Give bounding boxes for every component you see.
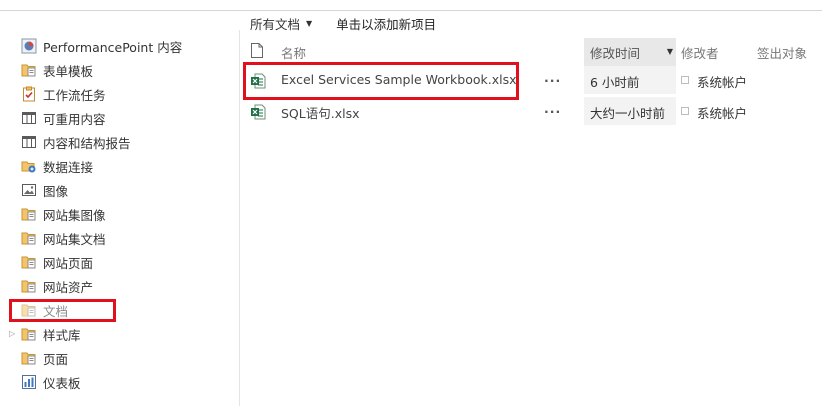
top-divider: [0, 10, 822, 11]
performancepoint-icon: [21, 38, 37, 54]
nav-item-site-collection-documents[interactable]: 网站集文档: [0, 226, 239, 250]
nav-item-label: 页面: [43, 352, 69, 367]
dashboard-icon: [21, 374, 37, 390]
nav-item-label: 仪表板: [43, 376, 81, 391]
modified-by-link[interactable]: 系统帐户: [697, 72, 747, 91]
column-header-checked-out-to[interactable]: 签出对象: [757, 38, 807, 66]
modified-by-link[interactable]: 系统帐户: [697, 103, 747, 122]
nav-item-label: 网站资产: [43, 280, 94, 295]
nav-item-data-connections[interactable]: 数据连接: [0, 154, 239, 178]
nav-item-reusable-content[interactable]: 可重用内容: [0, 106, 239, 130]
chevron-down-icon: ▼: [306, 18, 313, 28]
nav-item-workflow-tasks[interactable]: 工作流任务: [0, 82, 239, 106]
nav-item-style-library[interactable]: ▷ 样式库: [0, 322, 239, 346]
nav-item-site-collection-images[interactable]: 网站集图像: [0, 202, 239, 226]
item-menu-button[interactable]: ...: [544, 101, 561, 116]
modified-time: 大约一小时前: [590, 106, 666, 121]
nav-item-label: 数据连接: [43, 160, 94, 175]
file-name-link[interactable]: SQL语句.xlsx: [281, 103, 360, 122]
library-folder-icon: [21, 350, 37, 366]
nav-item-performancepoint[interactable]: PerformancePoint 内容: [0, 34, 239, 58]
view-selector-label: 所有文档: [250, 16, 301, 32]
nav-item-label: 样式库: [43, 328, 81, 343]
excel-file-icon: [250, 104, 266, 120]
task-list-icon: [21, 86, 37, 102]
presence-indicator: [681, 76, 689, 84]
nav-item-label: 网站页面: [43, 256, 94, 271]
nav-item-label: PerformancePoint 内容: [43, 40, 183, 55]
list-table-icon: [21, 134, 37, 150]
nav-item-label: 网站集文档: [43, 232, 106, 247]
highlight-box-documents: [9, 299, 116, 322]
item-menu-button[interactable]: ...: [544, 70, 561, 85]
sort-dropdown-icon[interactable]: ▼: [667, 47, 673, 56]
nav-item-label: 工作流任务: [43, 88, 106, 103]
library-folder-icon: [21, 230, 37, 246]
list-row[interactable]: SQL语句.xlsx ... 大约一小时前 系统帐户: [240, 97, 822, 125]
data-connection-icon: [21, 158, 37, 174]
nav-item-label: 内容和结构报告: [43, 136, 131, 151]
column-header-modified-by[interactable]: 修改者: [681, 38, 719, 66]
expand-arrow-icon[interactable]: ▷: [9, 330, 17, 338]
library-folder-icon: [21, 206, 37, 222]
image-library-icon: [21, 182, 37, 198]
library-folder-icon: [21, 326, 37, 342]
presence-indicator: [681, 107, 689, 115]
nav-item-site-pages[interactable]: 网站页面: [0, 250, 239, 274]
library-folder-icon: [21, 62, 37, 78]
nav-item-pages[interactable]: 页面: [0, 346, 239, 370]
nav-item-dashboards[interactable]: 仪表板: [0, 370, 239, 394]
nav-item-images[interactable]: 图像: [0, 178, 239, 202]
nav-item-label: 可重用内容: [43, 112, 106, 127]
list-table-icon: [21, 110, 37, 126]
column-header-modified[interactable]: 修改时间 ▼: [584, 38, 676, 66]
nav-item-site-assets[interactable]: 网站资产: [0, 274, 239, 298]
nav-item-content-structure-reports[interactable]: 内容和结构报告: [0, 130, 239, 154]
nav-item-label: 网站集图像: [43, 208, 106, 223]
library-folder-icon: [21, 278, 37, 294]
highlight-box-excel-file: [243, 62, 519, 100]
nav-item-label: 图像: [43, 184, 69, 199]
library-folder-icon: [21, 254, 37, 270]
nav-item-label: 表单模板: [43, 64, 94, 79]
add-new-item-link[interactable]: 单击以添加新项目: [336, 14, 436, 33]
column-header-modified-label: 修改时间: [590, 45, 641, 61]
modified-time: 6 小时前: [590, 75, 640, 90]
view-selector[interactable]: 所有文档 ▼: [250, 14, 312, 33]
nav-item-form-templates[interactable]: 表单模板: [0, 58, 239, 82]
list-toolbar: 所有文档 ▼ 单击以添加新项目: [250, 13, 436, 33]
document-icon: [251, 43, 263, 61]
